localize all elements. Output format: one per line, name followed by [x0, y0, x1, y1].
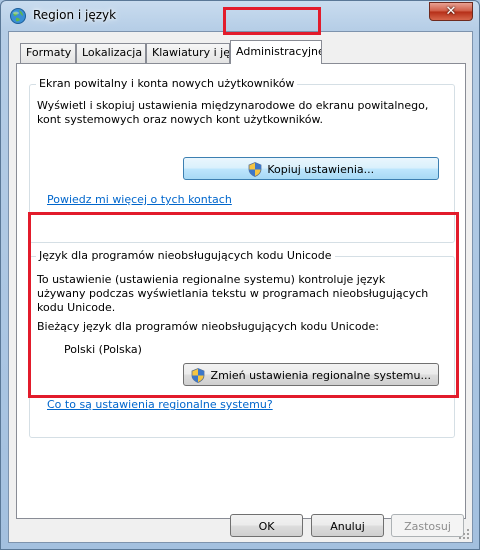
- welcome-more-info-link[interactable]: Powiedz mi więcej o tych kontach: [47, 193, 232, 206]
- copy-settings-label: Kopiuj ustawienia...: [267, 162, 375, 176]
- unicode-description: To ustawienie (ustawienia regionalne sys…: [37, 273, 429, 314]
- globe-icon: [10, 8, 26, 24]
- tab-location[interactable]: Lokalizacja: [76, 43, 146, 63]
- unicode-group-caption: Język dla programów nieobsługujących kod…: [36, 249, 335, 262]
- tab-administrative[interactable]: Administracyjne: [230, 40, 322, 64]
- apply-label: Zastosuj: [404, 519, 451, 533]
- ok-label: OK: [258, 519, 275, 533]
- change-system-locale-button[interactable]: Zmień ustawienia regionalne systemu...: [183, 363, 439, 386]
- apply-button[interactable]: Zastosuj: [391, 514, 464, 537]
- region-dialog-window: Region i język ✕ Formaty Lokalizacja Kla…: [0, 0, 480, 550]
- welcome-description: Wyświetl i skopiuj ustawienia międzynaro…: [37, 99, 429, 126]
- copy-settings-button[interactable]: Kopiuj ustawienia...: [183, 157, 439, 180]
- cancel-label: Anuluj: [330, 519, 365, 533]
- cancel-button[interactable]: Anuluj: [311, 514, 384, 537]
- welcome-group-caption: Ekran powitalny i konta nowych użytkowni…: [36, 77, 298, 90]
- shield-icon: [248, 161, 262, 177]
- window-title: Region i język: [33, 8, 117, 22]
- ok-button[interactable]: OK: [230, 514, 303, 537]
- close-icon: ✕: [445, 4, 457, 19]
- tab-keyboards-languages[interactable]: Klawiatury i języki: [146, 43, 230, 63]
- shield-icon: [191, 367, 205, 383]
- tab-formats[interactable]: Formaty: [20, 43, 76, 63]
- change-system-locale-label: Zmień ustawienia regionalne systemu...: [210, 368, 431, 382]
- current-language-label: Bieżący język dla programów nieobsługują…: [37, 320, 379, 333]
- tab-strip: Formaty Lokalizacja Klawiatury i języki …: [16, 40, 466, 64]
- title-bar[interactable]: Region i język ✕: [1, 1, 479, 31]
- tab-page-administrative: Ekran powitalny i konta nowych użytkowni…: [16, 63, 466, 519]
- current-language-value: Polski (Polska): [64, 343, 142, 356]
- system-locale-info-link[interactable]: Co to są ustawienia regionalne systemu?: [47, 398, 273, 411]
- resize-grip-icon[interactable]: [458, 528, 470, 540]
- close-button[interactable]: ✕: [429, 2, 473, 21]
- dialog-client-area: Formaty Lokalizacja Klawiatury i języki …: [8, 31, 473, 543]
